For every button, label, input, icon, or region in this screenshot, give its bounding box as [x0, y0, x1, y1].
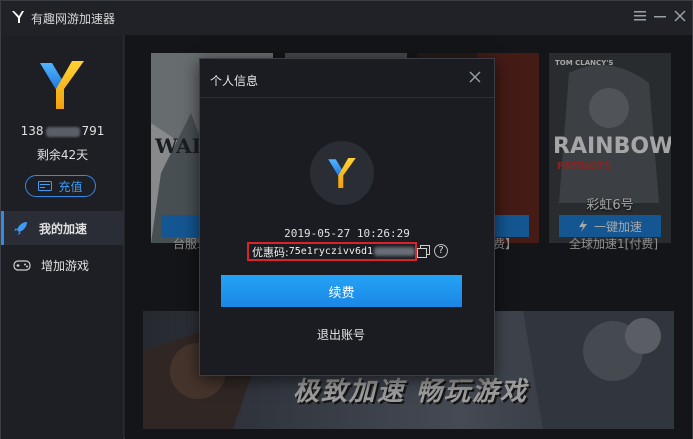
app-logo-icon: [12, 11, 24, 23]
phone-mask: [45, 126, 80, 137]
menu-icon[interactable]: [633, 10, 647, 24]
recharge-button[interactable]: 充值: [25, 175, 96, 197]
phone-suffix: 791: [81, 124, 105, 138]
app-logo-icon: [328, 158, 356, 188]
account-phone: 138 791: [1, 124, 124, 138]
nav-my-acceleration[interactable]: 我的加速: [1, 211, 124, 245]
renew-button[interactable]: 续费: [221, 275, 462, 307]
app-logo-icon: [40, 61, 84, 109]
help-icon[interactable]: ?: [434, 244, 448, 258]
app-window: 有趣网游加速器 138 791 剩余42天 充值 我的加速 增加游戏 WAR 台…: [0, 0, 693, 439]
dialog-title: 个人信息: [210, 74, 259, 88]
rocket-icon: [14, 222, 27, 235]
app-title: 有趣网游加速器: [31, 12, 116, 26]
nav-label: 增加游戏: [41, 258, 90, 273]
promo-code-mask: [374, 247, 415, 256]
promo-label: 优惠码:: [252, 245, 289, 259]
nav-label: 我的加速: [39, 221, 88, 236]
sidebar: 138 791 剩余42天 充值 我的加速 增加游戏: [1, 35, 124, 439]
phone-prefix: 138: [20, 124, 44, 138]
nav-add-game[interactable]: 增加游戏: [1, 248, 124, 282]
logout-link[interactable]: 退出账号: [200, 326, 482, 343]
remaining-days: 剩余42天: [36, 148, 89, 162]
close-icon[interactable]: [468, 71, 482, 85]
card-icon: [38, 181, 53, 191]
gamepad-icon: [13, 260, 31, 271]
divider: [200, 97, 494, 98]
close-icon[interactable]: [673, 10, 687, 24]
recharge-label: 充值: [58, 179, 83, 194]
avatar: [310, 141, 374, 205]
minimize-icon[interactable]: [653, 10, 667, 24]
profile-dialog: 个人信息 2019-05-27 10:26:29 优惠码: 75e1ryczivv…: [199, 58, 495, 376]
expiry-datetime: 2019-05-27 10:26:29: [284, 227, 410, 240]
promo-code-field: 优惠码: 75e1ryczivv6d1: [247, 242, 417, 261]
title-bar: 有趣网游加速器: [1, 1, 692, 35]
copy-icon[interactable]: [417, 245, 430, 258]
promo-code: 75e1ryczivv6d1: [288, 246, 374, 257]
